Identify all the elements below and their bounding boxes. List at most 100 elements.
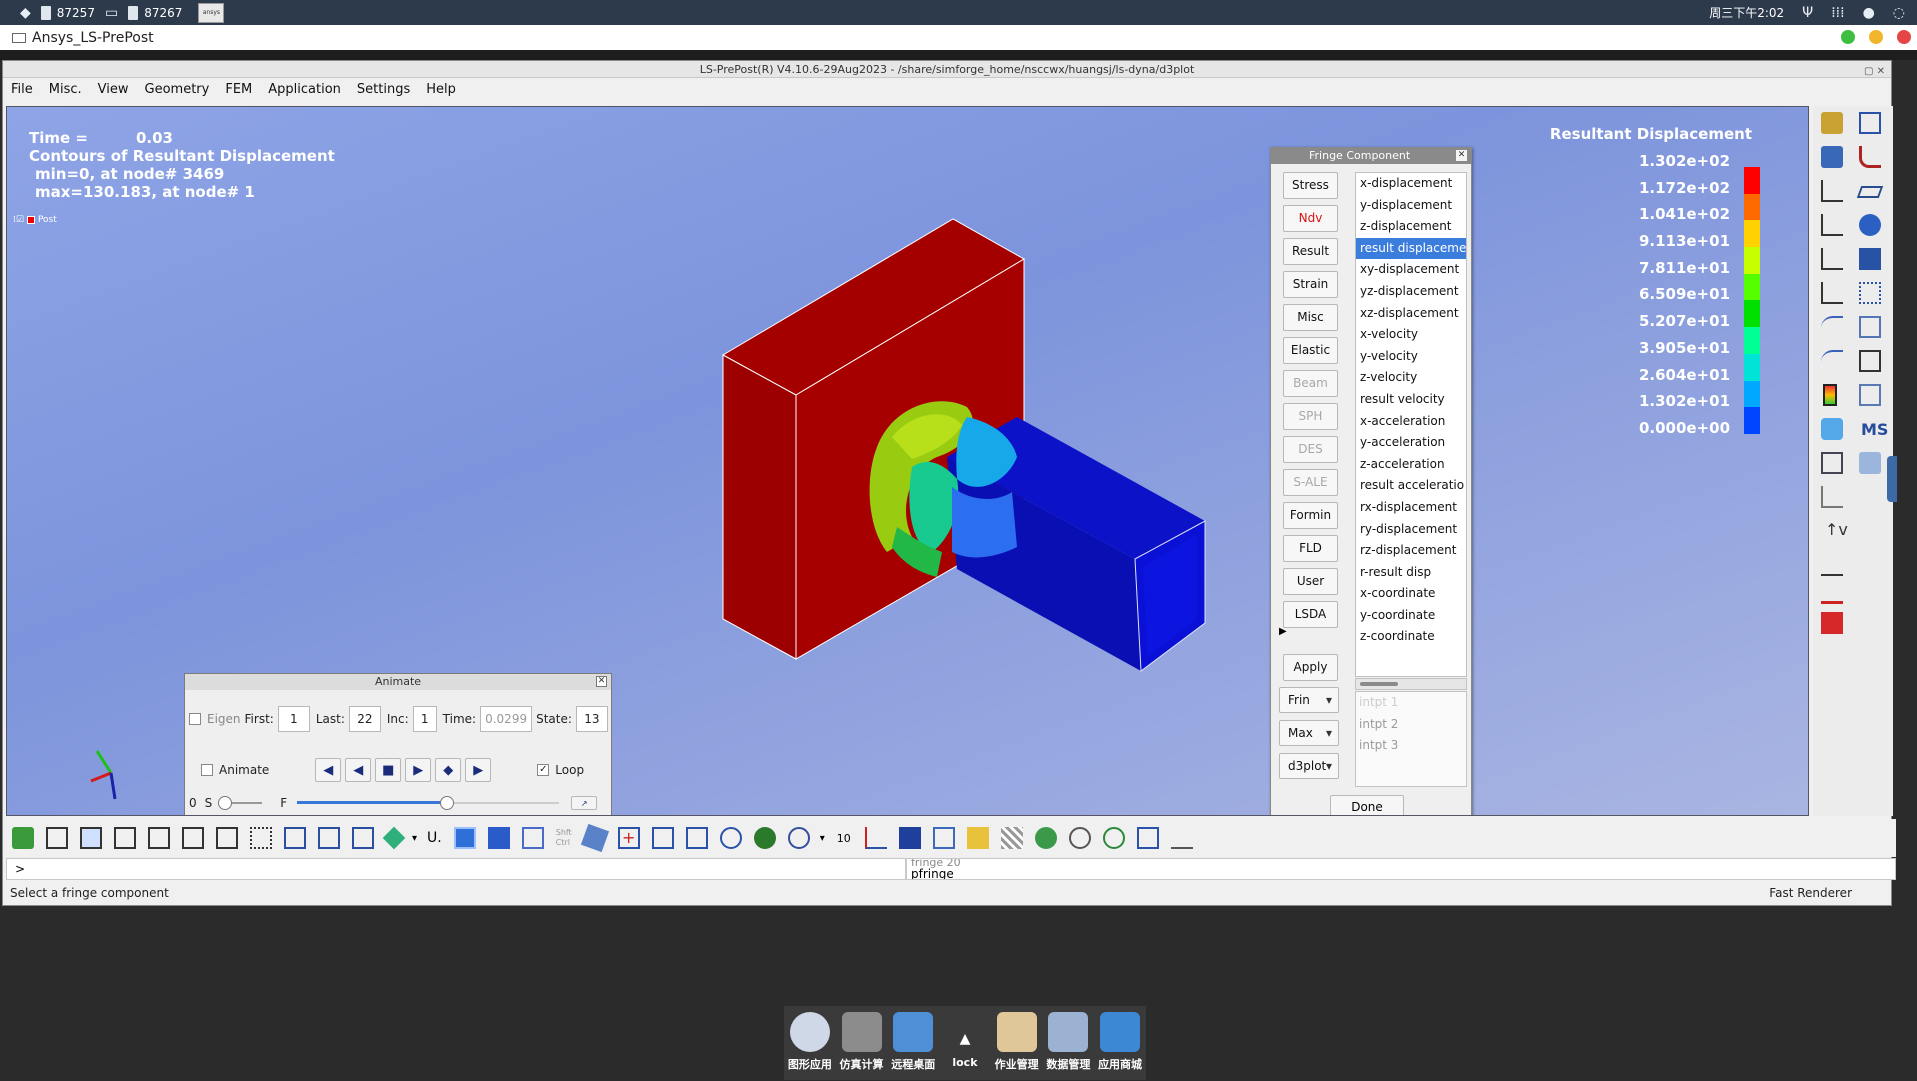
menu-misc[interactable]: Misc. xyxy=(49,82,82,97)
flow-icon[interactable] xyxy=(1821,554,1843,576)
fringe-list-item[interactable]: y-displacement xyxy=(1356,195,1466,217)
play-icon[interactable] xyxy=(1034,827,1057,849)
view-points-icon[interactable] xyxy=(250,827,272,849)
fringe-list-item[interactable]: z-velocity xyxy=(1356,367,1466,389)
view-iso-icon[interactable] xyxy=(46,827,68,849)
frame-slider[interactable] xyxy=(297,796,560,810)
state-input[interactable]: 13 xyxy=(575,706,608,732)
apply-button[interactable]: Apply xyxy=(1283,654,1338,681)
lsda-button[interactable]: LSDA xyxy=(1283,601,1338,628)
render-shaded-icon[interactable] xyxy=(453,827,476,849)
s-ale-button[interactable]: S-ALE xyxy=(1283,469,1338,496)
camera-icon[interactable] xyxy=(1821,452,1843,474)
block-icon[interactable] xyxy=(1859,248,1881,270)
zoom-box-icon[interactable] xyxy=(651,827,674,849)
fringe-list-item[interactable]: rx-displacement xyxy=(1356,497,1466,519)
apps-grid-icon[interactable]: ⁞⁞⁞ xyxy=(1831,5,1844,21)
dock-item-remote-desktop[interactable]: 远程桌面 xyxy=(888,1012,938,1080)
fringe-list-item[interactable]: yz-displacement xyxy=(1356,281,1466,303)
options-icon[interactable]: ↗ xyxy=(571,796,598,810)
render-hidden-icon[interactable] xyxy=(487,827,510,849)
dock-item-app-store[interactable]: 应用商城 xyxy=(1095,1012,1145,1080)
fringe-list-item[interactable]: ry-displacement xyxy=(1356,519,1466,541)
cut-icon[interactable] xyxy=(1821,582,1843,604)
start-menu-icon[interactable]: ◆ xyxy=(20,5,31,21)
elastic-button[interactable]: Elastic xyxy=(1283,337,1338,364)
layers-icon[interactable] xyxy=(1821,486,1843,508)
list-scrollbar[interactable] xyxy=(1355,678,1467,690)
binout-icon[interactable] xyxy=(1821,282,1843,304)
plane-icon[interactable] xyxy=(1856,186,1884,198)
sphere-icon[interactable] xyxy=(1859,214,1881,236)
gear-icon[interactable] xyxy=(1068,827,1091,849)
user-icon[interactable]: ● xyxy=(1863,5,1875,21)
view-left-icon[interactable] xyxy=(182,827,204,849)
network-icon[interactable]: Ψ xyxy=(1802,5,1813,21)
time-input[interactable]: 0.0299 xyxy=(480,706,533,732)
view-back-icon[interactable] xyxy=(318,827,340,849)
zoom-in-icon[interactable]: + xyxy=(617,827,640,849)
done-button[interactable]: Done xyxy=(1330,795,1404,815)
minimize-button[interactable] xyxy=(1841,30,1855,44)
fringe-list-item[interactable]: x-velocity xyxy=(1356,324,1466,346)
trace-icon[interactable] xyxy=(1821,350,1843,372)
speed-slider[interactable] xyxy=(218,796,263,810)
curve-icon[interactable] xyxy=(1859,146,1881,168)
view-shaded-icon[interactable] xyxy=(80,827,102,849)
ansys-task-icon[interactable]: ansys xyxy=(198,2,225,23)
first-frame-icon[interactable]: ◀ xyxy=(315,758,342,782)
section-icon[interactable] xyxy=(1821,316,1843,338)
render-wire-icon[interactable] xyxy=(521,827,544,849)
fld-button[interactable]: FLD xyxy=(1283,535,1338,562)
zoom-fit-icon[interactable] xyxy=(685,827,708,849)
solid-cube-icon[interactable] xyxy=(898,827,921,849)
fringe-list-item[interactable]: result acceleratio xyxy=(1356,475,1466,497)
d3plot-dropdown[interactable]: d3plot xyxy=(1279,753,1339,779)
light-icon[interactable] xyxy=(966,827,989,849)
history-icon[interactable] xyxy=(1821,180,1843,202)
beam-button[interactable]: Beam xyxy=(1283,370,1338,397)
intpt-list[interactable]: intpt 1 intpt 2 intpt 3 xyxy=(1355,691,1467,787)
dock-item-graphics-app[interactable]: 图形应用 xyxy=(785,1012,835,1080)
command-history[interactable]: fringe 20 pfringe xyxy=(906,858,1896,880)
formin-button[interactable]: Formin xyxy=(1283,502,1338,529)
stress-button[interactable]: Stress xyxy=(1283,172,1338,199)
building-icon[interactable] xyxy=(932,827,955,849)
menu-file[interactable]: File xyxy=(11,82,33,97)
animate-checkbox[interactable] xyxy=(201,764,213,776)
menu-application[interactable]: Application xyxy=(268,82,341,97)
dock-item-simulation[interactable]: 仿真计算 xyxy=(837,1012,887,1080)
fringe-list-item[interactable]: result velocity xyxy=(1356,389,1466,411)
dock-item-data-manager[interactable]: 数据管理 xyxy=(1043,1012,1093,1080)
command-input[interactable]: > xyxy=(6,858,906,880)
fringe-list-item[interactable]: r-result disp xyxy=(1356,562,1466,584)
window-controls[interactable]: ▢ ✕ xyxy=(1864,63,1885,80)
fringe-list-item[interactable]: x-acceleration xyxy=(1356,411,1466,433)
parts-icon[interactable] xyxy=(1821,146,1843,168)
home-icon[interactable] xyxy=(12,827,34,849)
pick-icon[interactable] xyxy=(580,823,609,853)
menu-settings[interactable]: Settings xyxy=(357,82,410,97)
ndv-button[interactable]: Ndv xyxy=(1283,205,1338,232)
expand-arrow-icon[interactable]: ▶ xyxy=(1279,626,1287,637)
fringe-component-list[interactable]: x-displacement y-displacement z-displaceme… xyxy=(1355,172,1467,677)
view-front-icon[interactable] xyxy=(148,827,170,849)
view-top-icon[interactable] xyxy=(114,827,136,849)
ascii-icon[interactable] xyxy=(1821,248,1843,270)
maximize-button[interactable] xyxy=(1869,30,1883,44)
dropdown-arrow-icon[interactable]: ▾ xyxy=(412,833,417,844)
settings-icon[interactable] xyxy=(1859,384,1881,406)
view-right-icon[interactable] xyxy=(216,827,238,849)
dropdown-arrow-icon[interactable]: ▾ xyxy=(820,833,825,844)
task-button-87257[interactable]: 87257 xyxy=(31,0,105,25)
texture-icon[interactable] xyxy=(1000,827,1023,849)
folder-icon[interactable]: ▭ xyxy=(105,5,118,21)
strain-button[interactable]: Strain xyxy=(1283,271,1338,298)
user-button[interactable]: User xyxy=(1283,568,1338,595)
first-input[interactable]: 1 xyxy=(277,706,310,732)
fringe-list-item[interactable]: result displaceme xyxy=(1356,237,1466,260)
grid-icon[interactable] xyxy=(1859,350,1881,372)
max-dropdown[interactable]: Max xyxy=(1279,720,1339,746)
last-frame-icon[interactable]: ▶ xyxy=(465,758,492,782)
des-button[interactable]: DES xyxy=(1283,436,1338,463)
